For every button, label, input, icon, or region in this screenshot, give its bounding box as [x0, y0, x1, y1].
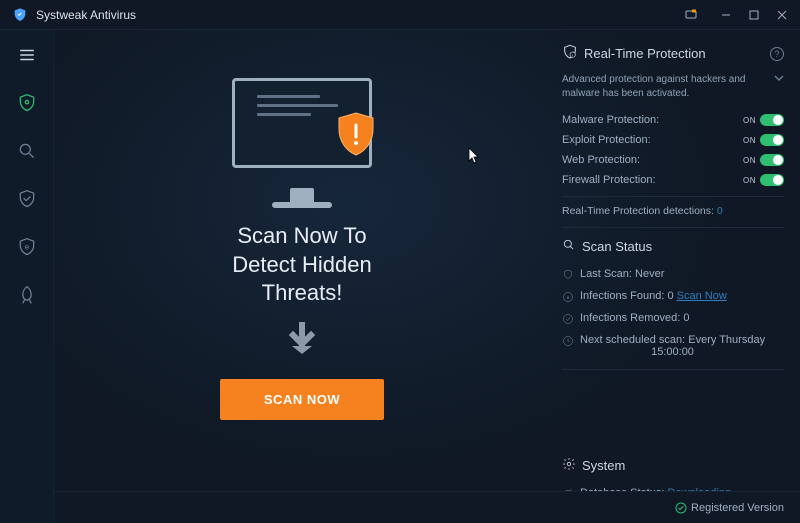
notification-icon[interactable] [680, 6, 702, 24]
close-button[interactable] [770, 3, 794, 27]
check-icon [675, 502, 687, 514]
scan-status-icon [562, 238, 576, 255]
scan-status-section: Scan Status Last Scan: Never Infections … [562, 238, 784, 370]
hero-heading: Scan Now To Detect Hidden Threats! [232, 222, 371, 308]
scan-now-link[interactable]: Scan Now [677, 290, 727, 302]
sidebar-protection-icon[interactable] [10, 182, 44, 216]
sidebar: e [0, 30, 54, 523]
app-logo-icon [12, 7, 28, 23]
arrow-down-icon [288, 322, 316, 361]
chevron-down-icon[interactable] [774, 73, 784, 88]
sidebar-quarantine-icon[interactable]: e [10, 230, 44, 264]
exploit-toggle[interactable] [760, 134, 784, 146]
gear-icon [562, 457, 576, 474]
toggle-malware: Malware Protection: ON [562, 110, 784, 130]
toggle-firewall: Firewall Protection: ON [562, 170, 784, 190]
realtime-subtitle: Advanced protection against hackers and … [562, 73, 768, 100]
realtime-title: Real-Time Protection [584, 46, 706, 61]
scan-now-button[interactable]: SCAN NOW [220, 379, 384, 420]
web-toggle[interactable] [760, 154, 784, 166]
monitor-illustration [232, 78, 372, 188]
toggle-exploit: Exploit Protection: ON [562, 130, 784, 150]
hero-section: Scan Now To Detect Hidden Threats! SCAN … [54, 30, 550, 523]
help-icon[interactable]: ? [770, 47, 784, 61]
malware-toggle[interactable] [760, 114, 784, 126]
shield-small-icon [562, 269, 574, 284]
title-bar: Systweak Antivirus [0, 0, 800, 30]
svg-text:e: e [24, 242, 29, 252]
minimize-button[interactable] [714, 3, 738, 27]
footer: Registered Version [54, 491, 800, 523]
maximize-button[interactable] [742, 3, 766, 27]
svg-text:i: i [572, 52, 573, 57]
registered-label: Registered Version [691, 502, 784, 514]
scan-status-title: Scan Status [582, 239, 652, 254]
app-title: Systweak Antivirus [36, 8, 136, 22]
sidebar-boost-icon[interactable] [10, 278, 44, 312]
warning-shield-icon [335, 111, 377, 159]
system-title: System [582, 458, 625, 473]
menu-icon[interactable] [10, 38, 44, 72]
detections-row: Real-Time Protection detections: 0 [562, 196, 784, 219]
side-panel: i Real-Time Protection ? Advanced protec… [550, 30, 800, 523]
toggle-web: Web Protection: ON [562, 150, 784, 170]
check-circle-icon [562, 313, 574, 328]
sidebar-home-shield-icon[interactable] [10, 86, 44, 120]
main-content: Scan Now To Detect Hidden Threats! SCAN … [54, 30, 800, 523]
firewall-toggle[interactable] [760, 174, 784, 186]
info-icon [562, 291, 574, 306]
clock-icon [562, 335, 574, 350]
realtime-shield-icon: i [562, 44, 578, 63]
sidebar-scan-icon[interactable] [10, 134, 44, 168]
realtime-section: i Real-Time Protection ? Advanced protec… [562, 44, 784, 228]
